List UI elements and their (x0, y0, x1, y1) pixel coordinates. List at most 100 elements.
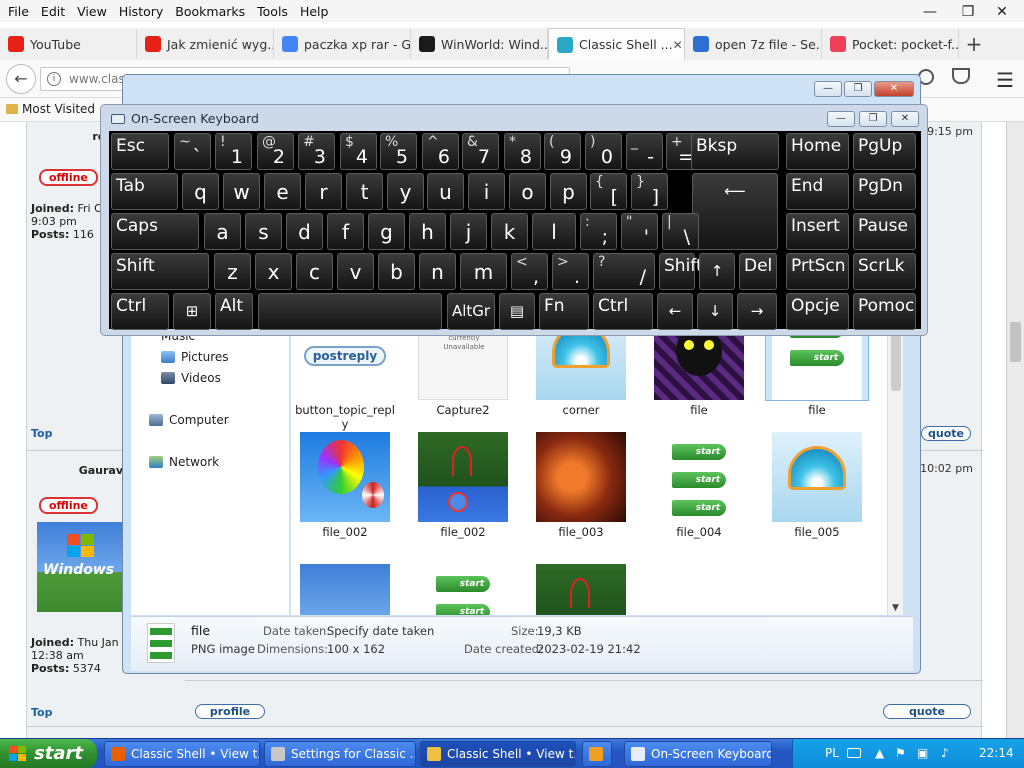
file-item[interactable]: file_002 (411, 431, 515, 539)
explorer-maximize-button[interactable]: ❐ (844, 81, 872, 97)
taskbar-item[interactable] (582, 741, 612, 767)
network-tray-icon[interactable]: ▣ (917, 746, 928, 760)
profile-button[interactable]: profile (195, 704, 265, 719)
explorer-close-button[interactable]: ✕ (874, 81, 914, 97)
browser-tab[interactable]: paczka xp rar - G... (274, 29, 411, 59)
key-caps[interactable]: Caps (111, 213, 199, 250)
file-item[interactable]: file_005 (765, 431, 869, 539)
key-i[interactable]: i (468, 173, 505, 210)
volume-icon[interactable]: ♪ (941, 746, 949, 760)
key-r[interactable]: r (305, 173, 342, 210)
top-link[interactable]: Top (31, 706, 52, 719)
scroll-down-icon[interactable]: ▼ (892, 603, 899, 613)
file-item[interactable]: start start (411, 563, 515, 615)
key-arrow-down[interactable]: ↓ (697, 293, 733, 330)
key-symbol[interactable]: }] (631, 173, 668, 210)
pocket-icon[interactable] (952, 68, 970, 84)
key-enter[interactable]: ⟵ (692, 173, 778, 250)
key-symbol[interactable]: % 5 (380, 133, 417, 170)
menu-item-view[interactable]: View (71, 4, 113, 19)
key-o[interactable]: o (509, 173, 546, 210)
key-l[interactable]: l (532, 213, 576, 250)
keyboard-tray-icon[interactable] (847, 748, 861, 758)
browser-tab[interactable]: Pocket: pocket-f... (822, 29, 959, 59)
key-symbol[interactable]: _ - (626, 133, 663, 170)
file-item[interactable]: Sorry. This image is currently Unavailab… (411, 325, 515, 417)
file-item[interactable]: file_003 (529, 431, 633, 539)
key-c[interactable]: c (296, 253, 333, 290)
key-e[interactable]: e (264, 173, 301, 210)
key-symbol[interactable]: >. (552, 253, 589, 290)
key-n[interactable]: n (419, 253, 456, 290)
key-arrow-right[interactable]: → (737, 293, 777, 330)
file-item[interactable] (293, 563, 397, 615)
file-item[interactable]: postreply button_topic_reply (293, 325, 397, 431)
key-symbol[interactable]: (9 (544, 133, 581, 170)
key-h[interactable]: h (409, 213, 446, 250)
key-arrow-up[interactable]: ↑ (699, 253, 735, 290)
show-hidden-icons-icon[interactable]: ▲ (875, 746, 884, 760)
language-indicator[interactable]: PL (825, 746, 839, 760)
key-pause[interactable]: Pause (853, 213, 916, 250)
browser-tab[interactable]: Classic Shell ... ✕ (548, 28, 685, 60)
key-ctrl[interactable]: Ctrl (111, 293, 169, 330)
nav-item-pictures[interactable]: Pictures (161, 350, 229, 364)
key-symbol[interactable]: #3 (298, 133, 335, 170)
key-arrow-left[interactable]: ← (657, 293, 693, 330)
key-u[interactable]: u (427, 173, 464, 210)
key-symbol[interactable]: ? / (593, 253, 655, 290)
key-insert[interactable]: Insert (786, 213, 849, 250)
key-tab[interactable]: Tab (111, 173, 178, 210)
quote-button[interactable]: quote (921, 426, 971, 441)
file-list-scrollbar[interactable]: ▼ (887, 325, 903, 615)
key-f[interactable]: f (327, 213, 364, 250)
tab-close-icon[interactable]: ✕ (673, 38, 683, 52)
key-symbol[interactable]: {[ (590, 173, 627, 210)
key-t[interactable]: t (346, 173, 383, 210)
site-info-icon[interactable]: i (47, 72, 61, 86)
key-g[interactable]: g (368, 213, 405, 250)
taskbar-item[interactable]: Settings for Classic ... (264, 741, 416, 767)
page-scrollbar[interactable] (1006, 122, 1024, 738)
key-w[interactable]: w (223, 173, 260, 210)
key-windows[interactable]: ⊞ (173, 293, 211, 330)
osk-minimize-button[interactable]: — (827, 111, 855, 127)
key-y[interactable]: y (387, 173, 424, 210)
most-visited-bookmark[interactable]: Most Visited (6, 102, 95, 116)
key-pgdn[interactable]: PgDn (853, 173, 916, 210)
key-symbol[interactable]: " ' (621, 213, 658, 250)
menu-item-history[interactable]: History (113, 4, 169, 19)
key-symbol[interactable]: @2 (257, 133, 294, 170)
quote-button[interactable]: quote (883, 704, 971, 719)
key-del[interactable]: Del (739, 253, 777, 290)
key-symbol[interactable]: $4 (340, 133, 377, 170)
key-k[interactable]: k (491, 213, 528, 250)
nav-item-videos[interactable]: Videos (161, 371, 221, 385)
key-p[interactable]: p (550, 173, 587, 210)
nav-item-computer[interactable]: Computer (149, 413, 229, 427)
browser-tab[interactable]: Jak zmienić wyg... (137, 29, 274, 59)
key-a[interactable]: a (204, 213, 241, 250)
window-close-button[interactable]: ✕ (986, 2, 1018, 22)
file-item[interactable]: startstart file (765, 325, 869, 417)
key-z[interactable]: z (214, 253, 251, 290)
key-v[interactable]: v (337, 253, 374, 290)
key-symbol[interactable]: ) 0 (585, 133, 622, 170)
menu-item-tools[interactable]: Tools (251, 4, 294, 19)
key-pgup[interactable]: PgUp (853, 133, 916, 170)
scroll-thumb[interactable] (1010, 322, 1021, 362)
menu-item-edit[interactable]: Edit (35, 4, 71, 19)
key-alt[interactable]: Alt (215, 293, 253, 330)
key-q[interactable]: q (182, 173, 219, 210)
menu-icon[interactable]: ☰ (996, 68, 1014, 92)
key-altgr[interactable]: AltGr (447, 293, 495, 330)
key-symbol[interactable]: & 7 (462, 133, 499, 170)
key-symbol[interactable]: ^ 6 (422, 133, 459, 170)
key-symbol[interactable]: <, (511, 253, 548, 290)
key-shift[interactable]: Shift (111, 253, 209, 290)
file-item[interactable]: file (647, 325, 751, 417)
key-d[interactable]: d (286, 213, 323, 250)
clock[interactable]: 22:14 (979, 746, 1014, 760)
file-item[interactable]: file_002 (293, 431, 397, 539)
scroll-thumb[interactable] (891, 331, 901, 391)
